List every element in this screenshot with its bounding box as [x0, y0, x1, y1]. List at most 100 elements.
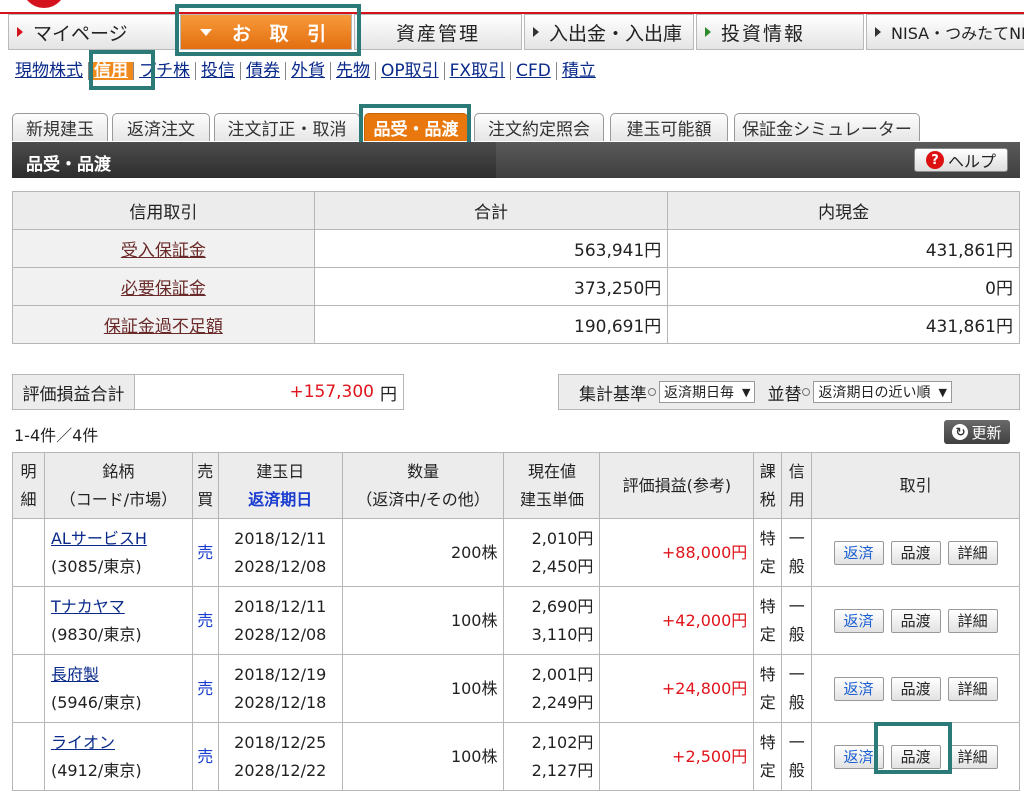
cost-price: 3,110円 — [531, 624, 594, 644]
refresh-button[interactable]: ↻ 更新 — [944, 420, 1010, 444]
header-qty: 数量 （返済中/その他） — [341, 452, 505, 519]
subnav-bond[interactable]: 債券 — [241, 62, 286, 80]
table-cell: 0円 — [667, 267, 1020, 306]
nav-label: マイページ — [33, 22, 128, 45]
open-date: 2018/12/19 — [234, 664, 327, 684]
detail-button[interactable]: 詳細 — [947, 609, 998, 633]
detail-button[interactable]: 詳細 — [947, 745, 998, 769]
deliver-button[interactable]: 品渡 — [890, 677, 941, 701]
tab-new-position[interactable]: 新規建玉 — [12, 113, 108, 141]
deliver-button[interactable]: 品渡 — [890, 745, 941, 769]
detail-button[interactable]: 詳細 — [947, 541, 998, 565]
sort-select[interactable]: 返済期日の近い順 ▼ — [813, 381, 952, 403]
nav-label: お 取 引 — [231, 22, 333, 45]
triangle-right-icon — [17, 27, 23, 37]
basis-select[interactable]: 返済期日毎 ▼ — [659, 381, 756, 403]
cost-price: 2,249円 — [531, 692, 594, 712]
pnl-cell: +42,000円 — [599, 586, 755, 655]
stock-name-link[interactable]: ライオン — [51, 729, 192, 757]
stock-name-link[interactable]: Tナカヤマ — [51, 593, 192, 621]
tab-simulator[interactable]: 保証金シミュレーター — [734, 113, 920, 141]
nav-nisa[interactable]: NISA・つみたてNISA — [866, 14, 1024, 50]
repay-button[interactable]: 返済 — [833, 677, 884, 701]
tax-cell: 特定 — [753, 654, 783, 723]
detail-cell — [12, 586, 45, 655]
pnl-total-label: 評価損益合計 — [13, 375, 135, 409]
table-cell: 373,250円 — [313, 267, 669, 306]
nav-info[interactable]: 投資情報 — [696, 14, 864, 50]
refresh-icon: ↻ — [952, 424, 969, 440]
subnav-accumulate[interactable]: 積立 — [557, 62, 601, 80]
subnav-fx[interactable]: FX取引 — [445, 62, 512, 80]
info-dot-icon — [648, 388, 656, 396]
chevron-down-icon: ▼ — [938, 385, 947, 399]
nav-label: 資産管理 — [395, 22, 480, 45]
subnav-foreign[interactable]: 外貨 — [286, 62, 331, 80]
table-row: 必要保証金 373,250円 0円 — [12, 267, 1020, 306]
repay-button[interactable]: 返済 — [833, 541, 884, 565]
deliver-button[interactable]: 品渡 — [890, 541, 941, 565]
table-cell: 431,861円 — [667, 305, 1020, 344]
margin-surplus-link[interactable]: 保証金過不足額 — [104, 317, 223, 337]
nav-label: 入出金・入出庫 — [549, 22, 683, 45]
table-cell: 563,941円 — [313, 229, 669, 268]
kind-cell: 一般 — [781, 586, 813, 655]
subnav-options[interactable]: OP取引 — [376, 62, 445, 80]
column-header: 内現金 — [667, 191, 1020, 230]
positions-table: 明細 銘柄 （コード/市場） 売買 建玉日 返済期日 数量 （返済中/その他） 現在値… — [12, 452, 1020, 791]
nav-assets[interactable]: 資産管理 — [354, 14, 522, 50]
current-price: 2,690円 — [531, 596, 594, 616]
tab-repay-order[interactable]: 返済注文 — [112, 113, 210, 141]
table-row: 保証金過不足額 190,691円 431,861円 — [12, 305, 1020, 344]
qty-cell: 200株 — [341, 518, 505, 587]
nav-trade[interactable]: お 取 引 — [180, 14, 352, 50]
side-cell: 売 — [191, 722, 219, 791]
required-margin-link[interactable]: 必要保証金 — [121, 279, 206, 299]
header-detail: 明細 — [12, 452, 45, 519]
sub-nav: 現物株式 信用 プチ株 投信 債券 外貨 先物 OP取引 FX取引 CFD 積立 — [10, 56, 601, 86]
page-title: 品受・品渡 — [26, 155, 111, 175]
stock-name-link[interactable]: 長府製 — [51, 661, 192, 689]
nav-deposit[interactable]: 入出金・入出庫 — [524, 14, 694, 50]
subnav-fund[interactable]: 投信 — [196, 62, 241, 80]
question-icon: ? — [925, 151, 944, 169]
chevron-down-icon: ▼ — [742, 385, 751, 399]
subnav-futures[interactable]: 先物 — [331, 62, 376, 80]
due-date: 2028/12/08 — [234, 624, 327, 644]
subnav-petit[interactable]: プチ株 — [134, 62, 196, 80]
header-price: 現在値 建玉単価 — [503, 452, 601, 519]
current-price: 2,010円 — [531, 528, 594, 548]
tax-cell: 特定 — [753, 518, 783, 587]
stock-name-link[interactable]: ALサービスH — [51, 525, 192, 553]
side-cell: 売 — [191, 654, 219, 723]
pnl-cell: +24,800円 — [599, 654, 755, 723]
table-row: 受入保証金 563,941円 431,861円 — [12, 229, 1020, 268]
open-date: 2018/12/25 — [234, 732, 327, 752]
deliver-button[interactable]: 品渡 — [890, 609, 941, 633]
subnav-spot[interactable]: 現物株式 — [10, 62, 89, 80]
detail-button[interactable]: 詳細 — [947, 677, 998, 701]
margin-summary-table: 信用取引 合計 内現金 受入保証金 563,941円 431,861円 必要保証… — [12, 191, 1020, 344]
tab-modify-cancel[interactable]: 注文訂正・取消 — [214, 113, 360, 141]
help-button[interactable]: ? ヘルプ — [914, 148, 1008, 172]
cost-price: 2,127円 — [531, 760, 594, 780]
qty-cell: 100株 — [341, 722, 505, 791]
nav-mypage[interactable]: マイページ — [8, 14, 178, 50]
stock-code: (9830/東京) — [50, 624, 142, 644]
stock-code: (5946/東京) — [50, 692, 142, 712]
basis-label: 集計基準 — [579, 384, 647, 405]
subnav-cfd[interactable]: CFD — [511, 62, 557, 80]
repay-button[interactable]: 返済 — [833, 745, 884, 769]
tab-available[interactable]: 建玉可能額 — [610, 113, 728, 141]
tab-order-inquiry[interactable]: 注文約定照会 — [474, 113, 604, 141]
pnl-cell: +88,000円 — [599, 518, 755, 587]
subnav-margin[interactable]: 信用 — [89, 62, 134, 80]
info-dot-icon — [802, 388, 811, 396]
tab-delivery[interactable]: 品受・品渡 — [364, 113, 468, 141]
section-header: 品受・品渡 ? ヘルプ — [12, 142, 1020, 178]
table-row: ALサービスH (3085/東京) 売 2018/12/11 2028/12/08 … — [12, 518, 1020, 587]
received-margin-link[interactable]: 受入保証金 — [121, 241, 206, 261]
repay-button[interactable]: 返済 — [833, 609, 884, 633]
nav-label: 投資情報 — [721, 22, 806, 45]
filter-bar: 集計基準 返済期日毎 ▼ 並替 返済期日の近い順 ▼ — [558, 374, 1020, 410]
